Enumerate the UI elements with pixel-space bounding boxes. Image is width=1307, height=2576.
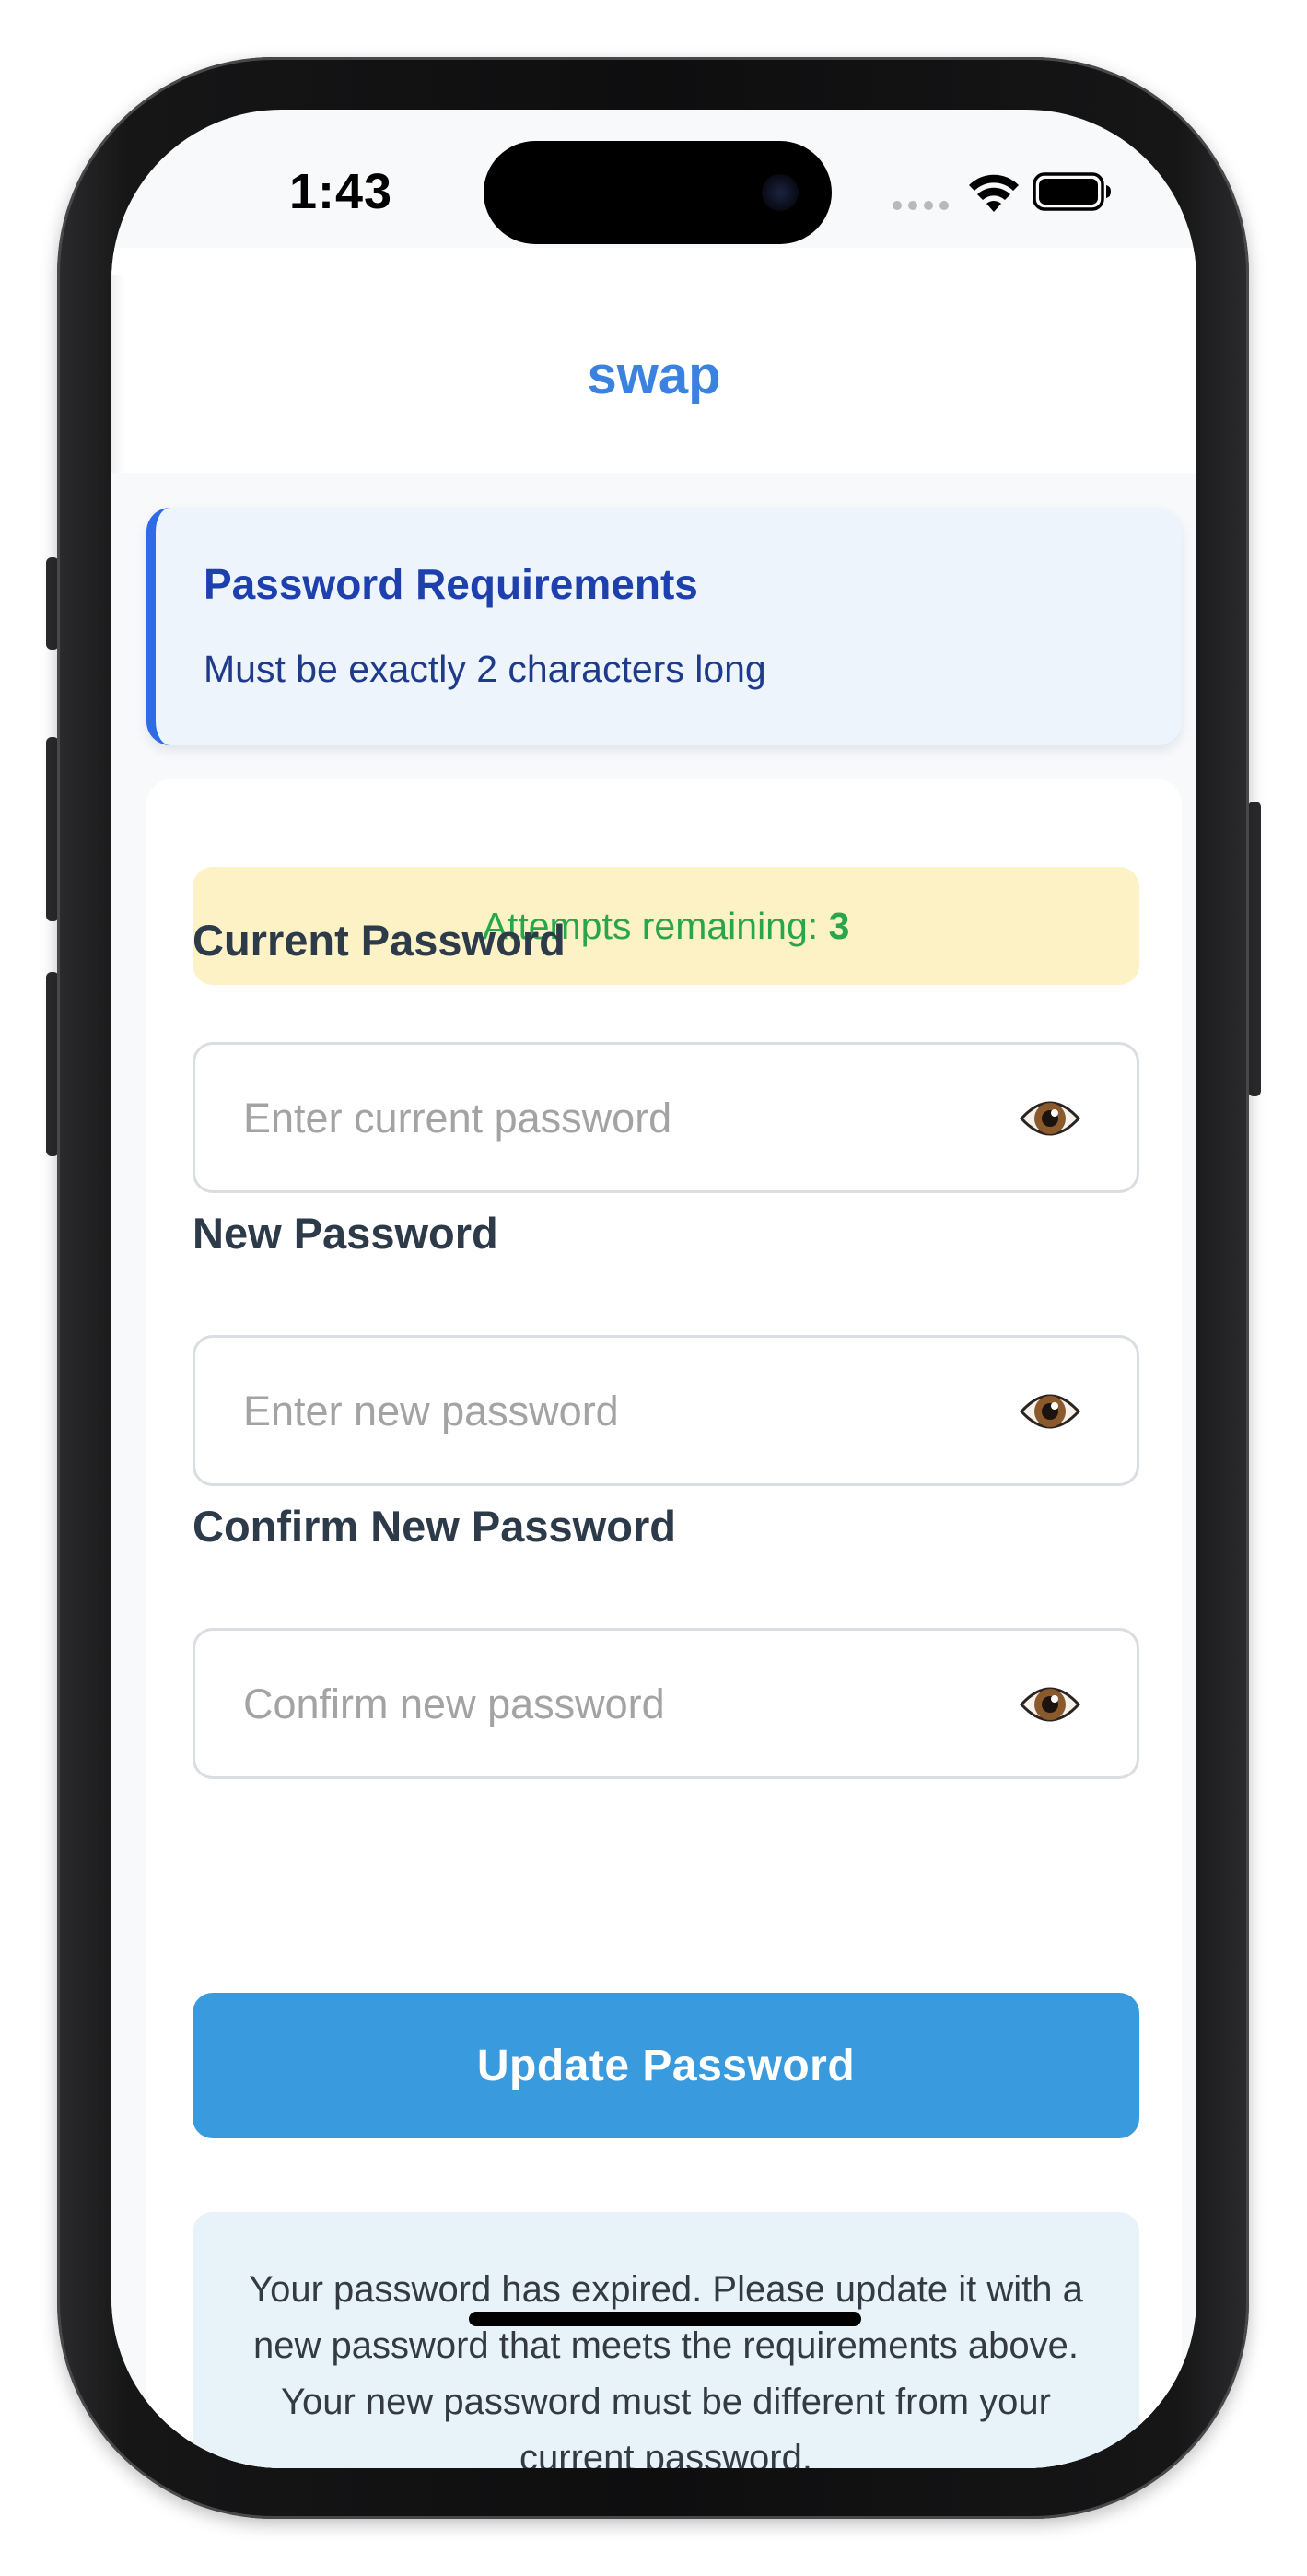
current-password-input[interactable] [241,1045,982,1192]
app-title: swap [587,345,721,405]
confirm-password-label: Confirm New Password [193,1502,676,1551]
eye-icon[interactable] [1019,1679,1081,1730]
cellular-signal-icon [893,198,951,211]
confirm-password-input[interactable] [241,1631,982,1778]
battery-icon [1033,172,1111,211]
current-password-field [193,1042,1139,1193]
dynamic-island [484,141,832,244]
new-password-label: New Password [193,1209,498,1258]
camera-icon [762,174,799,211]
requirements-text: Must be exactly 2 characters long [204,648,766,690]
attempts-count: 3 [828,905,850,947]
notice-text: Your password has expired. Please update… [249,2269,1083,2468]
update-password-button[interactable]: Update Password [193,1993,1139,2138]
header-edge-shadow [111,275,124,473]
current-password-label: Current Password [193,916,566,965]
home-indicator[interactable] [469,2312,861,2326]
new-password-input[interactable] [241,1338,982,1485]
confirm-password-field [193,1628,1139,1779]
status-bar: 1:43 [111,110,1196,248]
password-expired-notice: Your password has expired. Please update… [193,2212,1139,2468]
main-content: Password Requirements Must be exactly 2 … [111,473,1196,2468]
requirements-title: Password Requirements [204,560,698,608]
power-button [1248,802,1261,1096]
eye-icon[interactable] [1019,1386,1081,1437]
device-frame: 1:43 swap Password Requirements Must be … [0,0,1307,2576]
new-password-field [193,1335,1139,1486]
password-requirements-card: Password Requirements Must be exactly 2 … [146,508,1182,745]
eye-icon[interactable] [1019,1093,1081,1144]
screen: 1:43 swap Password Requirements Must be … [111,110,1196,2468]
password-form-card: Attempts remaining: 3 Current Password N… [146,779,1182,2468]
status-time: 1:43 [288,164,393,219]
app-header: swap [111,248,1196,473]
wifi-icon [969,174,1019,212]
